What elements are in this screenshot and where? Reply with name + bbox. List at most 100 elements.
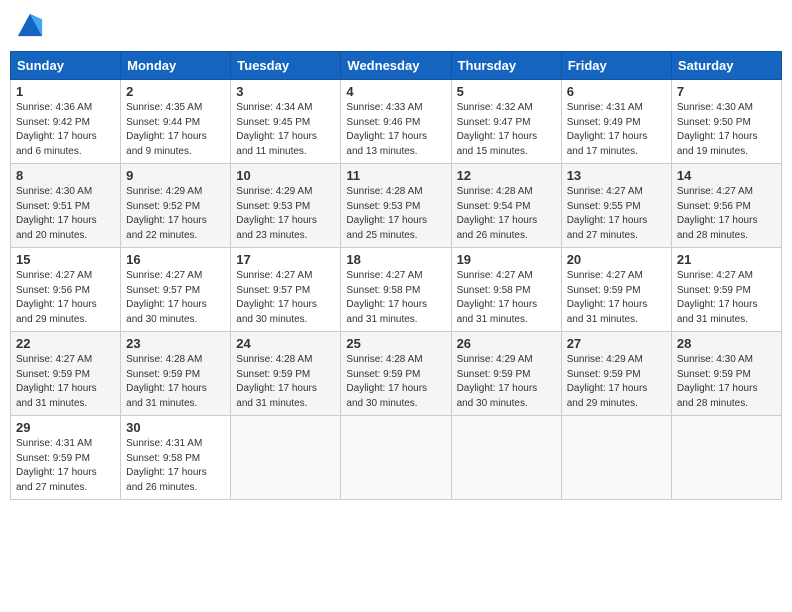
column-header-thursday: Thursday bbox=[451, 52, 561, 80]
day-number: 28 bbox=[677, 336, 776, 351]
calendar-cell: 18Sunrise: 4:27 AMSunset: 9:58 PMDayligh… bbox=[341, 248, 451, 332]
day-info: Sunrise: 4:30 AMSunset: 9:51 PMDaylight:… bbox=[16, 185, 115, 243]
day-info: Sunrise: 4:27 AMSunset: 9:59 PMDaylight:… bbox=[677, 269, 776, 327]
day-info: Sunrise: 4:29 AMSunset: 9:59 PMDaylight:… bbox=[567, 353, 666, 411]
day-number: 10 bbox=[236, 168, 335, 183]
day-info: Sunrise: 4:31 AMSunset: 9:59 PMDaylight:… bbox=[16, 437, 115, 495]
day-number: 8 bbox=[16, 168, 115, 183]
logo bbox=[14, 10, 44, 43]
day-info: Sunrise: 4:27 AMSunset: 9:57 PMDaylight:… bbox=[126, 269, 225, 327]
day-number: 21 bbox=[677, 252, 776, 267]
calendar-cell: 22 Sunrise: 4:27 AMSunset: 9:59 PMDayligh… bbox=[11, 332, 121, 416]
day-info: Sunrise: 4:35 AMSunset: 9:44 PMDaylight:… bbox=[126, 101, 225, 159]
calendar-cell: 17 Sunrise: 4:27 AMSunset: 9:57 PMDayligh… bbox=[231, 248, 341, 332]
calendar-cell: 24Sunrise: 4:28 AMSunset: 9:59 PMDayligh… bbox=[231, 332, 341, 416]
calendar-cell: 16 Sunrise: 4:27 AMSunset: 9:57 PMDayligh… bbox=[121, 248, 231, 332]
day-info: Sunrise: 4:28 AMSunset: 9:59 PMDaylight:… bbox=[346, 353, 445, 411]
calendar-cell: 4 Sunrise: 4:33 AMSunset: 9:46 PMDaylight… bbox=[341, 80, 451, 164]
day-number: 22 bbox=[16, 336, 115, 351]
calendar-week-row: 22 Sunrise: 4:27 AMSunset: 9:59 PMDayligh… bbox=[11, 332, 782, 416]
day-number: 5 bbox=[457, 84, 556, 99]
calendar-cell bbox=[561, 416, 671, 500]
calendar-week-row: 15 Sunrise: 4:27 AMSunset: 9:56 PMDayligh… bbox=[11, 248, 782, 332]
column-header-friday: Friday bbox=[561, 52, 671, 80]
calendar-cell bbox=[341, 416, 451, 500]
column-header-saturday: Saturday bbox=[671, 52, 781, 80]
calendar-cell: 8 Sunrise: 4:30 AMSunset: 9:51 PMDaylight… bbox=[11, 164, 121, 248]
day-number: 17 bbox=[236, 252, 335, 267]
column-header-tuesday: Tuesday bbox=[231, 52, 341, 80]
day-number: 24 bbox=[236, 336, 335, 351]
calendar-cell: 28 Sunrise: 4:30 AMSunset: 9:59 PMDayligh… bbox=[671, 332, 781, 416]
day-info: Sunrise: 4:29 AMSunset: 9:53 PMDaylight:… bbox=[236, 185, 335, 243]
calendar-header-row: SundayMondayTuesdayWednesdayThursdayFrid… bbox=[11, 52, 782, 80]
calendar-cell: 30 Sunrise: 4:31 AMSunset: 9:58 PMDayligh… bbox=[121, 416, 231, 500]
day-number: 16 bbox=[126, 252, 225, 267]
calendar-cell: 23 Sunrise: 4:28 AMSunset: 9:59 PMDayligh… bbox=[121, 332, 231, 416]
day-number: 6 bbox=[567, 84, 666, 99]
calendar-cell: 13Sunrise: 4:27 AMSunset: 9:55 PMDayligh… bbox=[561, 164, 671, 248]
day-info: Sunrise: 4:33 AMSunset: 9:46 PMDaylight:… bbox=[346, 101, 445, 159]
day-number: 11 bbox=[346, 168, 445, 183]
day-info: Sunrise: 4:30 AMSunset: 9:50 PMDaylight:… bbox=[677, 101, 776, 159]
calendar-cell: 12 Sunrise: 4:28 AMSunset: 9:54 PMDayligh… bbox=[451, 164, 561, 248]
day-info: Sunrise: 4:31 AMSunset: 9:58 PMDaylight:… bbox=[126, 437, 225, 495]
day-info: Sunrise: 4:30 AMSunset: 9:59 PMDaylight:… bbox=[677, 353, 776, 411]
calendar-cell: 3 Sunrise: 4:34 AMSunset: 9:45 PMDaylight… bbox=[231, 80, 341, 164]
calendar-cell: 25 Sunrise: 4:28 AMSunset: 9:59 PMDayligh… bbox=[341, 332, 451, 416]
day-info: Sunrise: 4:27 AMSunset: 9:58 PMDaylight:… bbox=[457, 269, 556, 327]
calendar-week-row: 1Sunrise: 4:36 AMSunset: 9:42 PMDaylight… bbox=[11, 80, 782, 164]
day-number: 15 bbox=[16, 252, 115, 267]
calendar-cell: 5 Sunrise: 4:32 AMSunset: 9:47 PMDaylight… bbox=[451, 80, 561, 164]
calendar-cell: 27 Sunrise: 4:29 AMSunset: 9:59 PMDayligh… bbox=[561, 332, 671, 416]
day-info: Sunrise: 4:29 AMSunset: 9:59 PMDaylight:… bbox=[457, 353, 556, 411]
calendar-cell bbox=[451, 416, 561, 500]
day-info: Sunrise: 4:27 AMSunset: 9:56 PMDaylight:… bbox=[16, 269, 115, 327]
day-info: Sunrise: 4:28 AMSunset: 9:59 PMDaylight:… bbox=[126, 353, 225, 411]
calendar-cell: 29 Sunrise: 4:31 AMSunset: 9:59 PMDayligh… bbox=[11, 416, 121, 500]
day-info: Sunrise: 4:31 AMSunset: 9:49 PMDaylight:… bbox=[567, 101, 666, 159]
calendar-cell: 1Sunrise: 4:36 AMSunset: 9:42 PMDaylight… bbox=[11, 80, 121, 164]
day-number: 20 bbox=[567, 252, 666, 267]
day-number: 25 bbox=[346, 336, 445, 351]
day-info: Sunrise: 4:27 AMSunset: 9:57 PMDaylight:… bbox=[236, 269, 335, 327]
day-info: Sunrise: 4:27 AMSunset: 9:59 PMDaylight:… bbox=[16, 353, 115, 411]
calendar-cell bbox=[671, 416, 781, 500]
calendar-cell: 20Sunrise: 4:27 AMSunset: 9:59 PMDayligh… bbox=[561, 248, 671, 332]
day-number: 27 bbox=[567, 336, 666, 351]
day-number: 12 bbox=[457, 168, 556, 183]
day-info: Sunrise: 4:34 AMSunset: 9:45 PMDaylight:… bbox=[236, 101, 335, 159]
calendar-week-row: 29 Sunrise: 4:31 AMSunset: 9:59 PMDayligh… bbox=[11, 416, 782, 500]
calendar-cell: 9Sunrise: 4:29 AMSunset: 9:52 PMDaylight… bbox=[121, 164, 231, 248]
logo-icon bbox=[16, 10, 44, 38]
day-number: 30 bbox=[126, 420, 225, 435]
calendar-cell: 11 Sunrise: 4:28 AMSunset: 9:53 PMDayligh… bbox=[341, 164, 451, 248]
day-number: 19 bbox=[457, 252, 556, 267]
calendar-cell: 7Sunrise: 4:30 AMSunset: 9:50 PMDaylight… bbox=[671, 80, 781, 164]
day-number: 4 bbox=[346, 84, 445, 99]
column-header-sunday: Sunday bbox=[11, 52, 121, 80]
day-info: Sunrise: 4:29 AMSunset: 9:52 PMDaylight:… bbox=[126, 185, 225, 243]
day-number: 18 bbox=[346, 252, 445, 267]
day-number: 26 bbox=[457, 336, 556, 351]
header bbox=[10, 10, 782, 43]
day-info: Sunrise: 4:36 AMSunset: 9:42 PMDaylight:… bbox=[16, 101, 115, 159]
calendar-cell: 2 Sunrise: 4:35 AMSunset: 9:44 PMDaylight… bbox=[121, 80, 231, 164]
day-number: 14 bbox=[677, 168, 776, 183]
day-number: 3 bbox=[236, 84, 335, 99]
calendar-cell: 21 Sunrise: 4:27 AMSunset: 9:59 PMDayligh… bbox=[671, 248, 781, 332]
day-info: Sunrise: 4:32 AMSunset: 9:47 PMDaylight:… bbox=[457, 101, 556, 159]
calendar-cell: 15 Sunrise: 4:27 AMSunset: 9:56 PMDayligh… bbox=[11, 248, 121, 332]
column-header-wednesday: Wednesday bbox=[341, 52, 451, 80]
day-info: Sunrise: 4:27 AMSunset: 9:56 PMDaylight:… bbox=[677, 185, 776, 243]
calendar-week-row: 8 Sunrise: 4:30 AMSunset: 9:51 PMDaylight… bbox=[11, 164, 782, 248]
day-number: 23 bbox=[126, 336, 225, 351]
day-info: Sunrise: 4:28 AMSunset: 9:54 PMDaylight:… bbox=[457, 185, 556, 243]
day-info: Sunrise: 4:28 AMSunset: 9:53 PMDaylight:… bbox=[346, 185, 445, 243]
calendar-cell: 14 Sunrise: 4:27 AMSunset: 9:56 PMDayligh… bbox=[671, 164, 781, 248]
day-number: 29 bbox=[16, 420, 115, 435]
calendar-table: SundayMondayTuesdayWednesdayThursdayFrid… bbox=[10, 51, 782, 500]
day-number: 2 bbox=[126, 84, 225, 99]
calendar-cell: 19 Sunrise: 4:27 AMSunset: 9:58 PMDayligh… bbox=[451, 248, 561, 332]
calendar-cell: 26 Sunrise: 4:29 AMSunset: 9:59 PMDayligh… bbox=[451, 332, 561, 416]
